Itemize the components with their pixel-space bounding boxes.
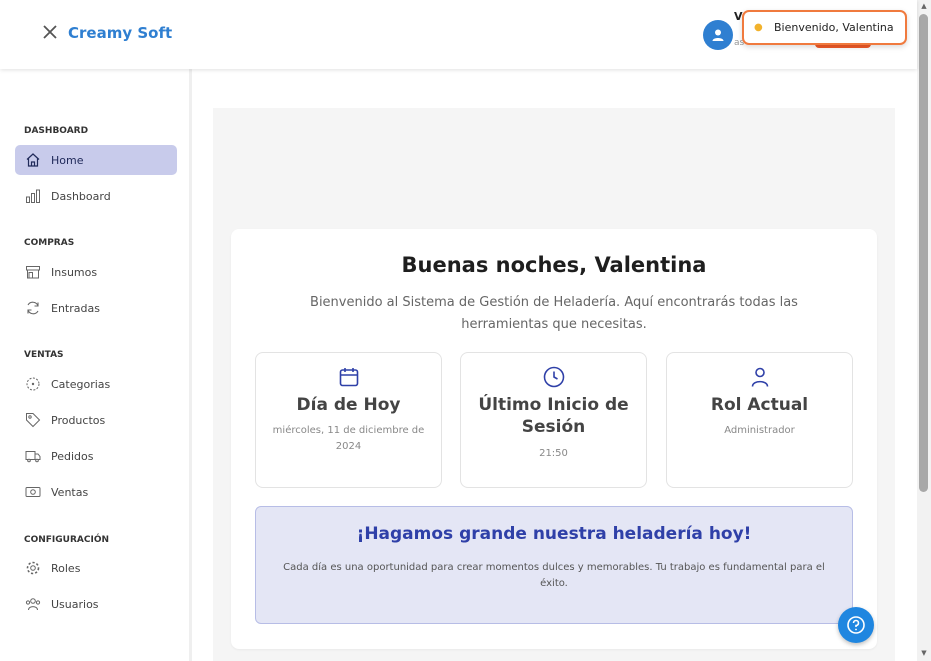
sidebar-item-label: Roles	[51, 561, 81, 575]
info-card-value: 21:50	[539, 448, 568, 459]
sidebar-item-label: Entradas	[51, 301, 100, 315]
bar-chart-icon	[24, 187, 42, 205]
info-card-title: Último Inicio de Sesión	[478, 395, 629, 437]
info-card-title: Rol Actual	[710, 395, 809, 415]
scrollbar-thumb[interactable]	[919, 14, 928, 492]
banner-title: ¡Hagamos grande nuestra heladería hoy!	[356, 524, 752, 544]
sidebar-item-pedidos[interactable]: Pedidos	[15, 441, 177, 471]
sidebar-item-label: Usuarios	[51, 597, 99, 611]
brand-title: Creamy Soft	[68, 24, 173, 42]
sidebar: DASHBOARD Home Dashboard COMPRAS Insumos…	[0, 69, 192, 661]
sidebar-item-label: Categorias	[51, 377, 111, 391]
info-card-role: Rol Actual Administrador	[666, 352, 853, 488]
help-button[interactable]	[838, 607, 874, 643]
close-icon[interactable]	[40, 22, 60, 42]
info-card-today: Día de Hoy miércoles, 11 de diciembre de…	[255, 352, 442, 488]
refresh-icon	[24, 299, 42, 317]
tag-icon	[24, 411, 42, 429]
section-title-configuracion: CONFIGURACIÓN	[24, 535, 110, 545]
welcome-text: Bienvenido al Sistema de Gestión de Hela…	[310, 295, 798, 332]
info-card-title: Día de Hoy	[296, 395, 401, 415]
motivation-banner: ¡Hagamos grande nuestra heladería hoy! C…	[255, 506, 853, 624]
sidebar-item-label: Productos	[51, 413, 106, 427]
avatar[interactable]	[703, 20, 733, 50]
calendar-icon	[339, 368, 358, 387]
sidebar-item-label: Ventas	[51, 485, 89, 499]
scroll-up-icon[interactable]: ▲	[919, 2, 929, 12]
info-card-last-login: Último Inicio de Sesión 21:50	[460, 352, 647, 488]
sidebar-item-label: Dashboard	[51, 189, 111, 203]
store-icon	[24, 263, 42, 281]
section-title-compras: COMPRAS	[24, 238, 75, 248]
scroll-down-icon[interactable]: ▼	[919, 649, 929, 659]
sidebar-item-dashboard[interactable]: Dashboard	[15, 181, 177, 211]
sidebar-item-label: Insumos	[51, 265, 98, 279]
sidebar-item-entradas[interactable]: Entradas	[15, 293, 177, 323]
users-icon	[24, 595, 42, 613]
money-icon	[24, 483, 42, 501]
banner-text: Cada día es una oportunidad para crear m…	[283, 562, 825, 589]
welcome-toast: ● Bienvenido, Valentina	[742, 10, 907, 45]
sidebar-item-insumos[interactable]: Insumos	[15, 257, 177, 287]
sidebar-item-productos[interactable]: Productos	[15, 405, 177, 435]
user-icon	[751, 367, 768, 387]
gear-icon	[24, 559, 42, 577]
welcome-card: Buenas noches, Valentina Bienvenido al S…	[231, 229, 877, 649]
sidebar-item-usuarios[interactable]: Usuarios	[15, 589, 177, 619]
help-icon	[847, 616, 865, 634]
page-title: Buenas noches, Valentina	[401, 253, 707, 277]
sidebar-item-ventas[interactable]: Ventas	[15, 477, 177, 507]
categories-icon	[24, 375, 42, 393]
sidebar-item-categorias[interactable]: Categorias	[15, 369, 177, 399]
toast-text: Bienvenido, Valentina	[774, 21, 894, 34]
home-icon	[24, 151, 42, 169]
info-card-value: miércoles, 11 de diciembre de 2024	[272, 425, 425, 452]
info-card-value: Administrador	[724, 425, 795, 436]
clock-icon	[543, 366, 564, 388]
sidebar-item-label: Home	[51, 153, 84, 167]
sidebar-item-roles[interactable]: Roles	[15, 553, 177, 583]
sidebar-item-label: Pedidos	[51, 449, 94, 463]
truck-icon	[24, 447, 42, 465]
user-avatar-icon	[712, 29, 724, 41]
sidebar-item-home[interactable]: Home	[15, 145, 177, 175]
section-title-dashboard: DASHBOARD	[24, 126, 89, 136]
section-title-ventas: VENTAS	[24, 350, 64, 360]
lightbulb-icon: ●	[754, 22, 763, 33]
